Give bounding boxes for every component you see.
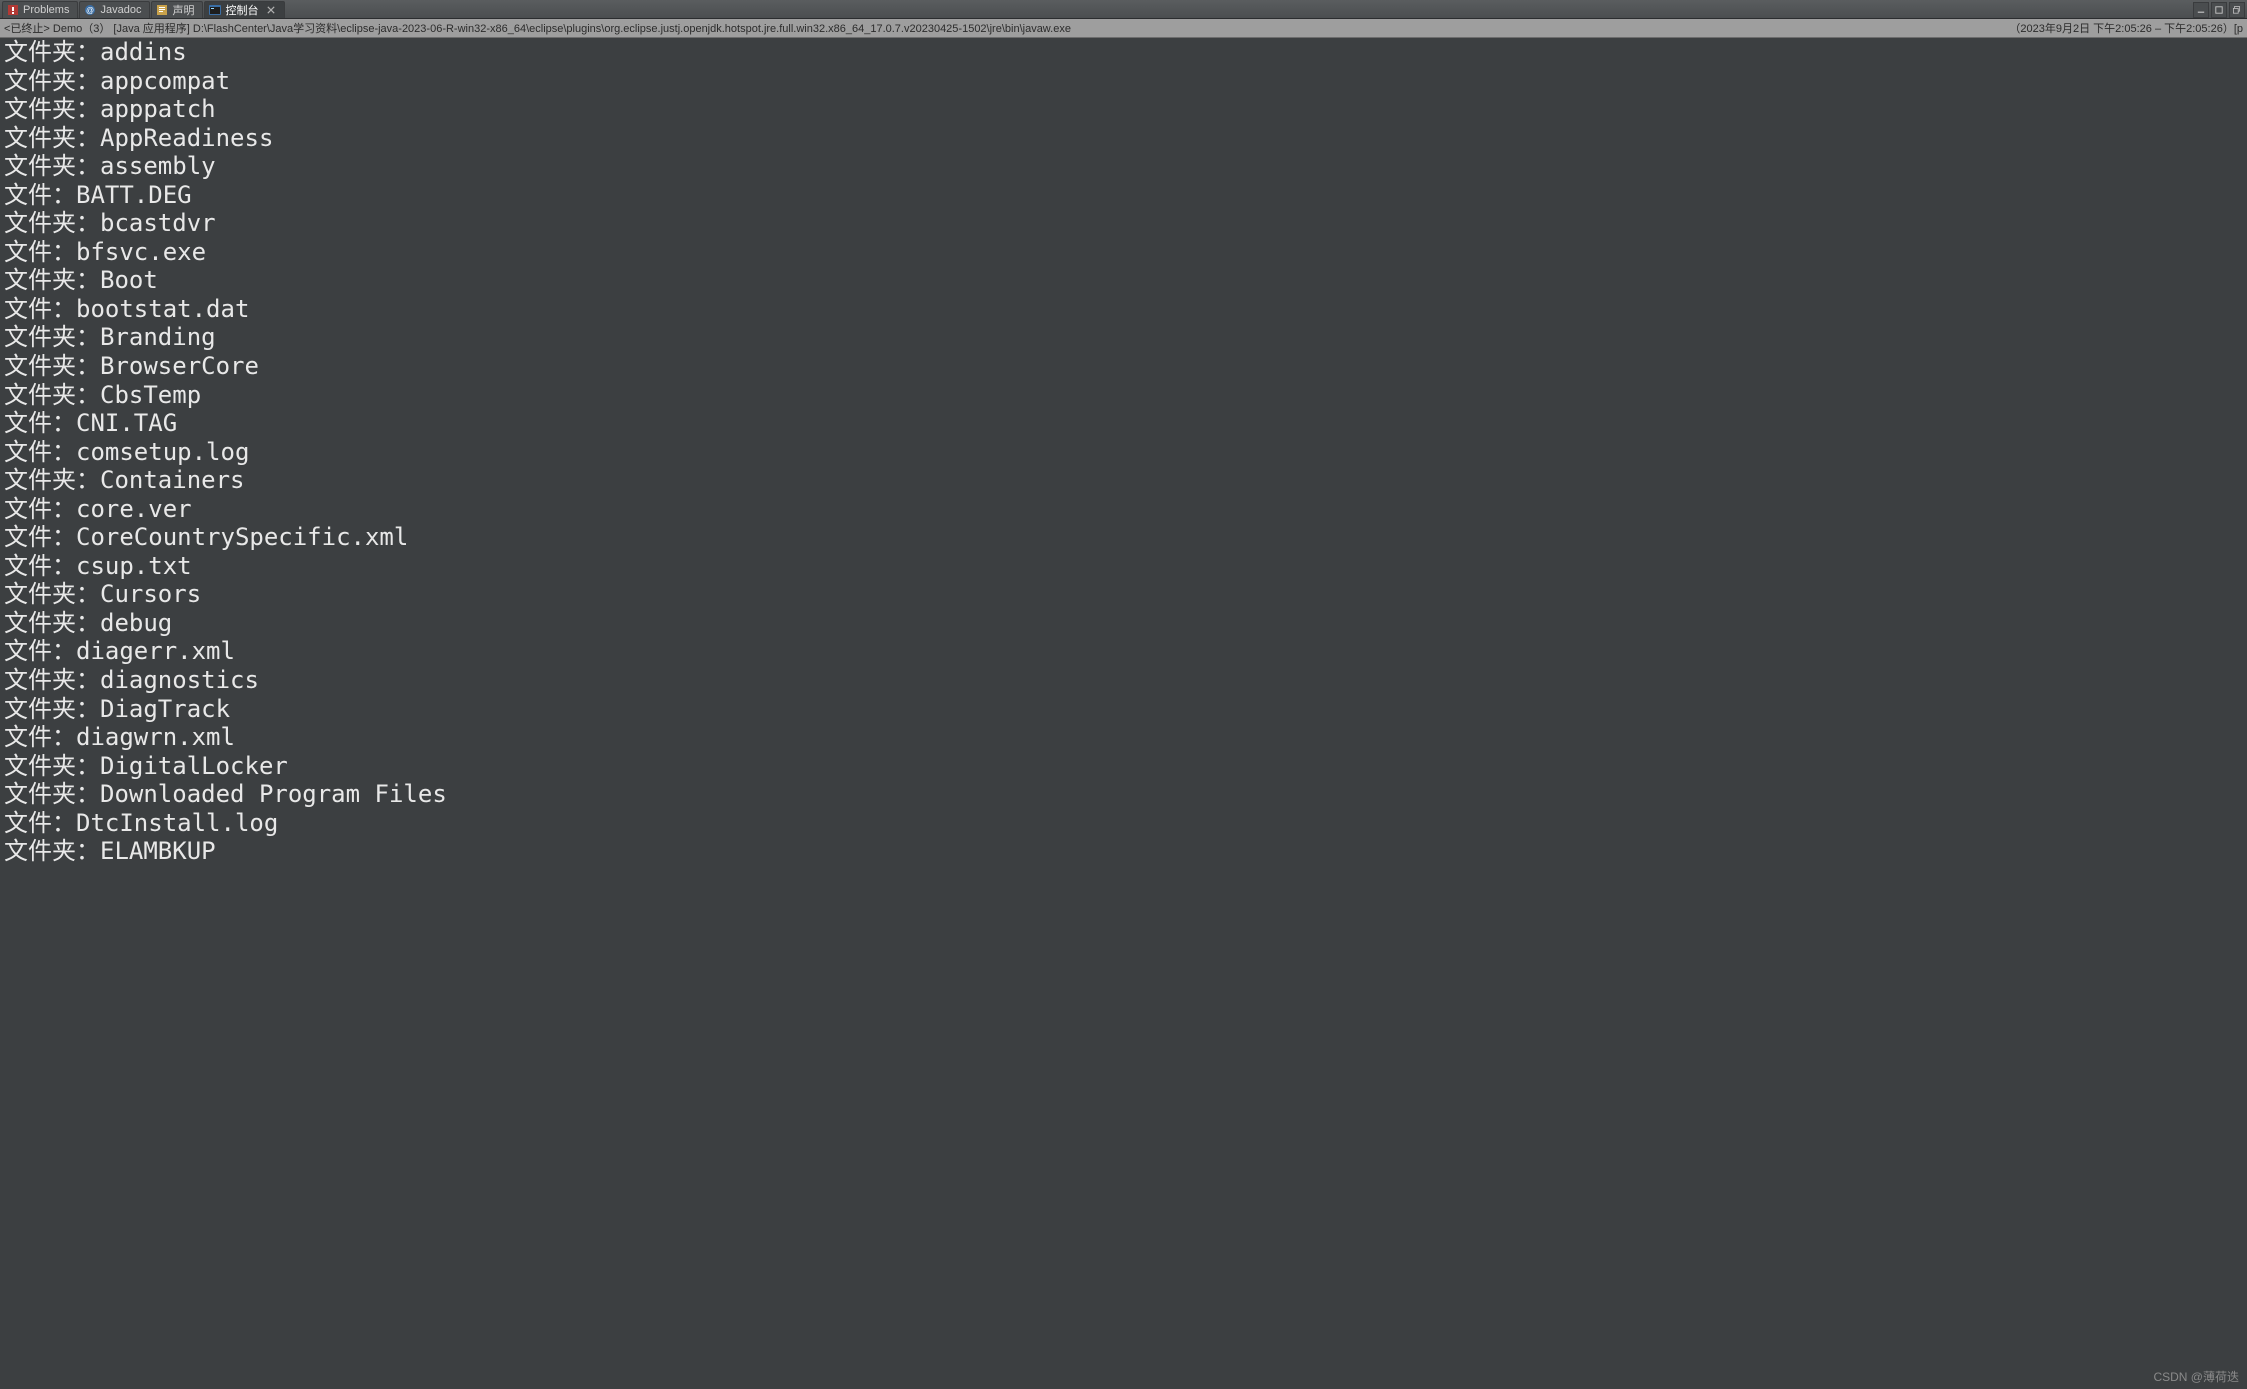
view-tab-strip: Problems @ Javadoc 声明 控制台: [0, 0, 2247, 19]
problems-icon: [7, 4, 19, 16]
console-line: 文件夹：AppReadiness: [4, 124, 2243, 153]
tab-label: 声明: [172, 2, 194, 18]
tab-console[interactable]: 控制台: [204, 1, 285, 18]
tab-problems[interactable]: Problems: [2, 1, 78, 18]
declaration-icon: [156, 4, 168, 16]
console-line: 文件夹：addins: [4, 38, 2243, 67]
console-line: 文件：BATT.DEG: [4, 181, 2243, 210]
console-output[interactable]: 文件夹：addins文件夹：appcompat文件夹：apppatch文件夹：A…: [0, 38, 2247, 1389]
svg-text:@: @: [86, 6, 94, 15]
console-line: 文件夹：debug: [4, 609, 2243, 638]
tab-declaration[interactable]: 声明: [151, 1, 203, 18]
console-line: 文件夹：Downloaded Program Files: [4, 780, 2243, 809]
console-line: 文件夹：bcastdvr: [4, 209, 2243, 238]
console-line: 文件夹：assembly: [4, 152, 2243, 181]
console-line: 文件夹：diagnostics: [4, 666, 2243, 695]
console-icon: [209, 4, 221, 16]
console-line: 文件：CoreCountrySpecific.xml: [4, 523, 2243, 552]
console-line: 文件夹：Branding: [4, 323, 2243, 352]
console-line: 文件夹：Cursors: [4, 580, 2243, 609]
console-line: 文件：bfsvc.exe: [4, 238, 2243, 267]
console-line: 文件：DtcInstall.log: [4, 809, 2243, 838]
console-line: 文件：core.ver: [4, 495, 2243, 524]
console-line: 文件：diagerr.xml: [4, 637, 2243, 666]
console-line: 文件夹：BrowserCore: [4, 352, 2243, 381]
console-line: 文件夹：DigitalLocker: [4, 752, 2243, 781]
close-icon[interactable]: [266, 5, 276, 15]
console-line: 文件：comsetup.log: [4, 438, 2243, 467]
console-status-line: <已终止> Demo（3） [Java 应用程序] D:\FlashCenter…: [0, 19, 2247, 38]
console-line: 文件：bootstat.dat: [4, 295, 2243, 324]
view-window-buttons: [2193, 2, 2247, 18]
console-line: 文件夹：DiagTrack: [4, 695, 2243, 724]
console-line: 文件夹：appcompat: [4, 67, 2243, 96]
console-line: 文件夹：Boot: [4, 266, 2243, 295]
maximize-button[interactable]: [2211, 2, 2227, 18]
console-process-label: <已终止> Demo（3） [Java 应用程序] D:\FlashCenter…: [4, 20, 1071, 36]
console-line: 文件：CNI.TAG: [4, 409, 2243, 438]
tab-label: Javadoc: [100, 4, 141, 16]
console-line: 文件夹：apppatch: [4, 95, 2243, 124]
restore-button[interactable]: [2229, 2, 2245, 18]
console-line: 文件夹：Containers: [4, 466, 2243, 495]
tab-javadoc[interactable]: @ Javadoc: [79, 1, 150, 18]
tab-label: 控制台: [225, 2, 258, 18]
console-line: 文件夹：ELAMBKUP: [4, 837, 2243, 866]
tab-label: Problems: [23, 4, 69, 16]
minimize-button[interactable]: [2193, 2, 2209, 18]
console-line: 文件：diagwrn.xml: [4, 723, 2243, 752]
javadoc-icon: @: [84, 4, 96, 16]
console-timestamp: （2023年9月2日 下午2:05:26 – 下午2:05:26）[p: [2009, 20, 2243, 36]
console-line: 文件：csup.txt: [4, 552, 2243, 581]
console-line: 文件夹：CbsTemp: [4, 381, 2243, 410]
